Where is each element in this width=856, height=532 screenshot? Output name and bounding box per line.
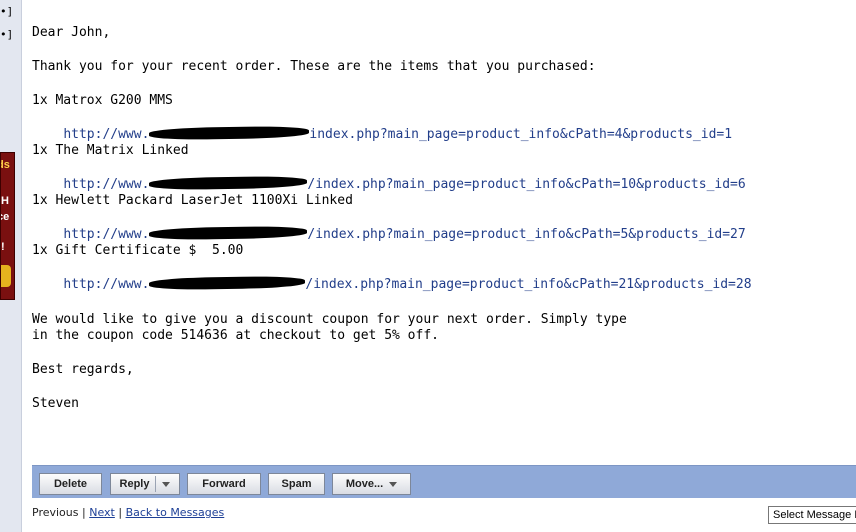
- item-url-suffix[interactable]: /index.php?main_page=product_info&cPath=…: [307, 177, 745, 192]
- move-button[interactable]: Move...: [332, 473, 411, 495]
- nav-separator: |: [82, 506, 86, 519]
- delete-button[interactable]: Delete: [39, 473, 102, 495]
- closing: Best regards,: [32, 362, 134, 377]
- reply-label: Reply: [119, 478, 150, 490]
- item-url-suffix[interactable]: index.php?main_page=product_info&cPath=4…: [309, 127, 732, 142]
- next-link[interactable]: Next: [89, 506, 115, 519]
- ad-text-line: !: [1, 241, 5, 253]
- spam-label: Spam: [281, 478, 312, 490]
- order-item-link[interactable]: http://www. /index.php?main_page=product_…: [32, 159, 746, 192]
- chevron-down-icon: [389, 481, 398, 487]
- greeting: Dear John,: [32, 25, 111, 40]
- back-to-messages-link[interactable]: Back to Messages: [126, 506, 225, 519]
- button-divider: [155, 476, 157, 492]
- order-item-link[interactable]: http://www. /index.php?main_page=product_…: [32, 209, 746, 242]
- nav-separator: |: [118, 506, 123, 519]
- coupon-text: We would like to give you a discount cou…: [32, 312, 627, 327]
- order-item-link[interactable]: http://www. /index.php?main_page=product_…: [32, 259, 752, 292]
- reply-button[interactable]: Reply: [110, 473, 180, 495]
- order-item-link[interactable]: http://www. index.php?main_page=product_i…: [32, 109, 732, 142]
- redaction-scribble: [149, 275, 306, 291]
- message-nav: Previous | Next | Back to Messages: [32, 506, 224, 519]
- redaction-scribble: [149, 175, 308, 191]
- spam-button[interactable]: Spam: [268, 473, 325, 495]
- select-message-dropdown[interactable]: Select Message E: [768, 506, 856, 524]
- item-url-prefix[interactable]: http://www.: [63, 127, 149, 142]
- signature: Steven: [32, 396, 79, 411]
- order-item-name: 1x The Matrix Linked: [32, 143, 189, 158]
- item-url-prefix[interactable]: http://www.: [63, 177, 149, 192]
- order-item-name: 1x Matrox G200 MMS: [32, 93, 173, 108]
- move-label: Move...: [345, 478, 384, 490]
- forward-label: Forward: [202, 478, 246, 490]
- ad-text-line: ds: [1, 159, 10, 171]
- coupon-text: in the coupon code 514636 at checkout to…: [32, 328, 439, 343]
- ad-text-line: H: [1, 195, 9, 207]
- intro-text: Thank you for your recent order. These a…: [32, 59, 596, 74]
- item-url-prefix[interactable]: http://www.: [63, 227, 149, 242]
- message-action-toolbar: Delete Reply Forward Spam Move...: [32, 465, 856, 498]
- sidebar-control-bottom[interactable]: •]: [0, 28, 13, 41]
- message-body: Dear John, Thank you for your recent ord…: [32, 24, 832, 411]
- previous-label: Previous: [32, 506, 79, 519]
- ad-coin-graphic: [1, 265, 11, 287]
- item-url-prefix[interactable]: http://www.: [63, 277, 149, 292]
- item-url-suffix[interactable]: /index.php?main_page=product_info&cPath=…: [307, 227, 745, 242]
- order-item-name: 1x Hewlett Packard LaserJet 1100Xi Linke…: [32, 193, 353, 208]
- item-url-suffix[interactable]: /index.php?main_page=product_info&cPath=…: [305, 277, 751, 292]
- redaction-scribble: [149, 125, 310, 141]
- sidebar-ad-banner[interactable]: ds H ce !: [0, 152, 15, 300]
- left-sidebar: •] •] ds H ce !: [0, 0, 22, 532]
- delete-label: Delete: [53, 478, 88, 490]
- redaction-scribble: [149, 225, 308, 241]
- ad-text-line: ce: [1, 211, 10, 223]
- forward-button[interactable]: Forward: [187, 473, 261, 495]
- sidebar-control-top[interactable]: •]: [0, 5, 13, 18]
- chevron-down-icon[interactable]: [162, 481, 171, 487]
- order-item-name: 1x Gift Certificate $ 5.00: [32, 243, 244, 258]
